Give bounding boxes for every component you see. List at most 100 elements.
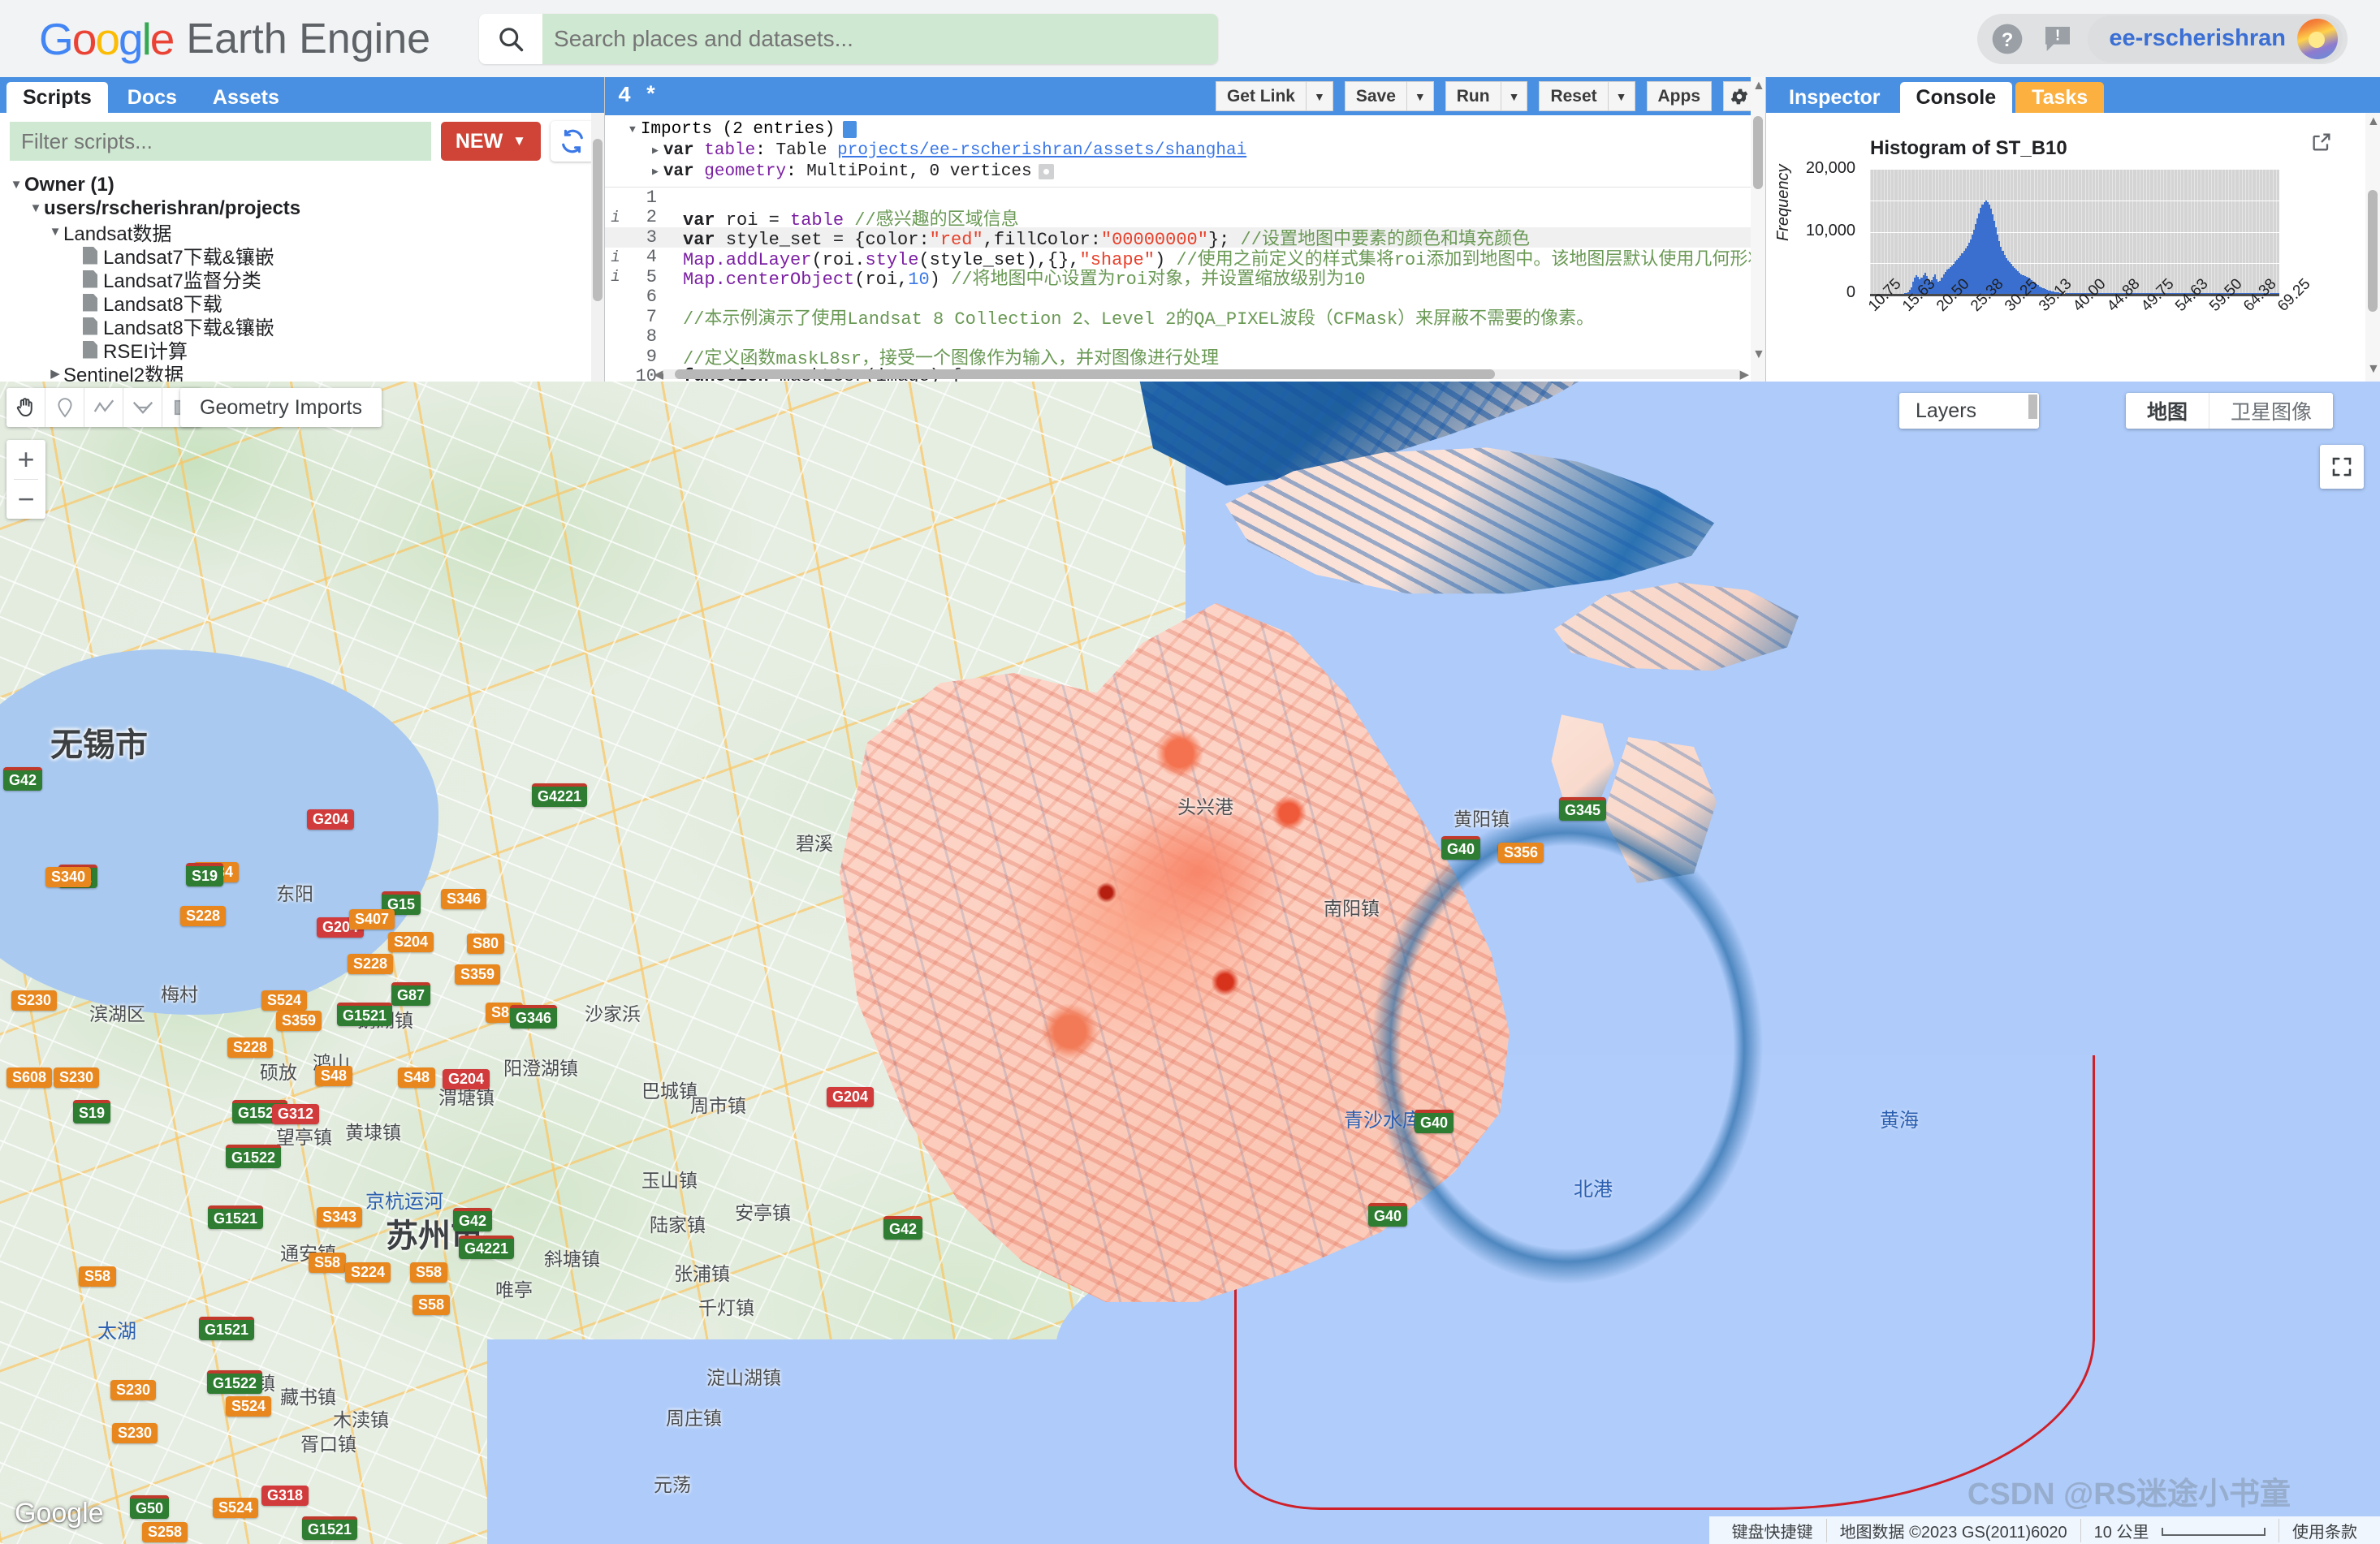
- tree-script-item[interactable]: Landsat7下载&镶嵌: [8, 244, 604, 267]
- tab-docs[interactable]: Docs: [111, 82, 193, 113]
- geometry-toolbar: [6, 388, 201, 427]
- save-dropdown-icon[interactable]: ▼: [1407, 81, 1434, 111]
- scripts-scrollbar[interactable]: [591, 113, 604, 382]
- map-town-label: 玉山镇: [641, 1165, 698, 1193]
- zoom-in-button[interactable]: +: [6, 440, 45, 479]
- tree-folder[interactable]: Sentinel2数据: [8, 361, 604, 382]
- search-input[interactable]: [542, 14, 1218, 64]
- polygon-icon[interactable]: [123, 388, 162, 427]
- map-town-label: 陆家镇: [650, 1210, 706, 1237]
- map-road-shield: G42: [453, 1208, 492, 1231]
- csdn-watermark: CSDN @RS迷途小书童: [1967, 1469, 2291, 1513]
- scroll-up-icon[interactable]: ▲: [2367, 114, 2380, 129]
- terms-of-use-link[interactable]: 使用条款: [2278, 1519, 2370, 1542]
- code-line[interactable]: 9//定义函数maskL8sr，接受一个图像作为输入，并对图像进行处理: [605, 347, 1765, 367]
- tab-inspector[interactable]: Inspector: [1773, 82, 1897, 113]
- filter-scripts-input[interactable]: [10, 122, 431, 161]
- chevron-down-icon[interactable]: [8, 178, 24, 192]
- map-road-shield: S58: [410, 1262, 447, 1283]
- apps-button[interactable]: Apps: [1647, 81, 1713, 111]
- tab-scripts[interactable]: Scripts: [6, 82, 108, 113]
- save-button[interactable]: Save: [1345, 81, 1407, 111]
- tree-script-item[interactable]: Landsat8下载: [8, 291, 604, 314]
- chart-title: Histogram of ST_B10: [1870, 137, 2067, 160]
- map-road-shield: S524: [226, 1396, 271, 1417]
- tree-folder[interactable]: users/rscherishran/projects: [8, 196, 604, 220]
- get-link-dropdown-icon[interactable]: ▼: [1307, 81, 1333, 111]
- chevron-right-icon: ▶: [652, 166, 659, 178]
- run-dropdown-icon[interactable]: ▼: [1501, 81, 1528, 111]
- run-button[interactable]: Run: [1445, 81, 1501, 111]
- brand-logo[interactable]: Google Earth Engine: [39, 13, 430, 65]
- geometry-imports-button[interactable]: Geometry Imports: [180, 388, 382, 427]
- feedback-icon[interactable]: !: [2032, 14, 2083, 64]
- tab-tasks[interactable]: Tasks: [2015, 82, 2104, 113]
- tab-console[interactable]: Console: [1900, 82, 2013, 113]
- tree-folder[interactable]: Landsat数据: [8, 220, 604, 244]
- geometry-settings-icon[interactable]: [1039, 164, 1054, 179]
- tree-folder[interactable]: Owner (1): [8, 173, 604, 196]
- map-water-label: 太湖: [97, 1315, 136, 1343]
- imports-header-row[interactable]: ▼ Imports (2 entries): [605, 119, 1765, 140]
- new-script-button[interactable]: NEW ▼: [441, 122, 541, 161]
- fullscreen-icon[interactable]: [2320, 445, 2364, 489]
- map-road-shield: S230: [11, 990, 57, 1011]
- map-water-label: 京杭运河: [365, 1185, 443, 1214]
- code-vertical-scrollbar[interactable]: ▲ ▼: [1751, 77, 1765, 382]
- scroll-down-icon[interactable]: ▼: [1752, 347, 1765, 362]
- reset-dropdown-icon[interactable]: ▼: [1609, 81, 1635, 111]
- refresh-icon[interactable]: [551, 121, 594, 162]
- open-external-icon[interactable]: [2310, 131, 2333, 153]
- tree-script-item[interactable]: RSEI计算: [8, 338, 604, 361]
- file-icon: [83, 294, 97, 312]
- import-entry-table[interactable]: ▶ var table : Table projects/ee-rscheris…: [605, 140, 1765, 161]
- tree-item-label: users/rscherishran/projects: [44, 197, 300, 220]
- keyboard-shortcuts-link[interactable]: 键盘快捷键: [1719, 1519, 1826, 1542]
- avatar[interactable]: [2297, 19, 2338, 59]
- line-icon[interactable]: [84, 388, 123, 427]
- map-data-credit: 地图数据 ©2023 GS(2011)6020: [1826, 1519, 2080, 1542]
- code-info-icon[interactable]: i: [605, 248, 626, 266]
- code-info-icon[interactable]: i: [605, 209, 626, 226]
- pan-hand-icon[interactable]: [6, 388, 45, 427]
- maptype-roadmap[interactable]: 地图: [2126, 393, 2209, 429]
- zoom-out-button[interactable]: −: [6, 480, 45, 519]
- map-road-shield: G204: [827, 1087, 874, 1107]
- get-link-button[interactable]: Get Link: [1216, 81, 1307, 111]
- tree-script-item[interactable]: Landsat7监督分类: [8, 267, 604, 291]
- user-account-chip[interactable]: ee-rscherishran: [2088, 15, 2343, 63]
- scroll-up-icon[interactable]: ▲: [1752, 79, 1765, 93]
- import-var-type: Table: [775, 141, 827, 160]
- scroll-right-icon[interactable]: ▶: [1739, 367, 1749, 382]
- import-asset-path[interactable]: projects/ee-rscherishran/assets/shanghai: [837, 141, 1246, 160]
- tree-script-item[interactable]: Landsat8下载&镶嵌: [8, 314, 604, 338]
- chevron-down-icon[interactable]: [28, 201, 44, 215]
- map-road-shield: S228: [348, 954, 393, 974]
- map-town-label: 斜塘镇: [544, 1244, 600, 1271]
- scroll-down-icon[interactable]: ▼: [2367, 362, 2380, 377]
- layers-scrollbar[interactable]: [2028, 395, 2037, 419]
- map-road-shield: S230: [110, 1380, 156, 1400]
- run-group: Run ▼: [1445, 81, 1528, 111]
- import-entry-geometry[interactable]: ▶ var geometry : MultiPoint, 0 vertices: [605, 161, 1765, 182]
- code-info-icon[interactable]: i: [605, 268, 626, 286]
- tab-assets[interactable]: Assets: [197, 82, 296, 113]
- get-link-group: Get Link ▼: [1216, 81, 1333, 111]
- search-box[interactable]: [479, 14, 1218, 64]
- point-marker-icon[interactable]: [45, 388, 84, 427]
- map-water-label: 青沙水库: [1344, 1104, 1422, 1132]
- chevron-right-icon[interactable]: [47, 366, 63, 381]
- help-circle-icon[interactable]: ?: [1982, 14, 2032, 64]
- maptype-satellite[interactable]: 卫星图像: [2209, 393, 2333, 429]
- code-horizontal-scrollbar[interactable]: ◀ ▶: [654, 367, 1749, 382]
- chevron-down-icon[interactable]: [47, 225, 63, 239]
- scroll-left-icon[interactable]: ◀: [654, 367, 663, 382]
- google-logo: Google: [39, 13, 173, 65]
- reset-button[interactable]: Reset: [1539, 81, 1608, 111]
- console-scrollbar[interactable]: ▲ ▼: [2365, 113, 2380, 382]
- map-viewport[interactable]: 无锡市苏州市嘉兴市滨湖区鹅湖镇硕放鸿山阳澄湖镇渭塘镇黄埭镇望亭镇通安镇唯亭斜塘镇…: [0, 382, 2380, 1544]
- map-road-shield: S224: [345, 1262, 391, 1283]
- code-lines[interactable]: 1i2var roi = table //感兴趣的区域信息3var style_…: [605, 188, 1765, 382]
- code-line[interactable]: 7//本示例演示了使用Landsat 8 Collection 2、Level …: [605, 307, 1765, 327]
- layers-button[interactable]: Layers: [1899, 393, 2039, 429]
